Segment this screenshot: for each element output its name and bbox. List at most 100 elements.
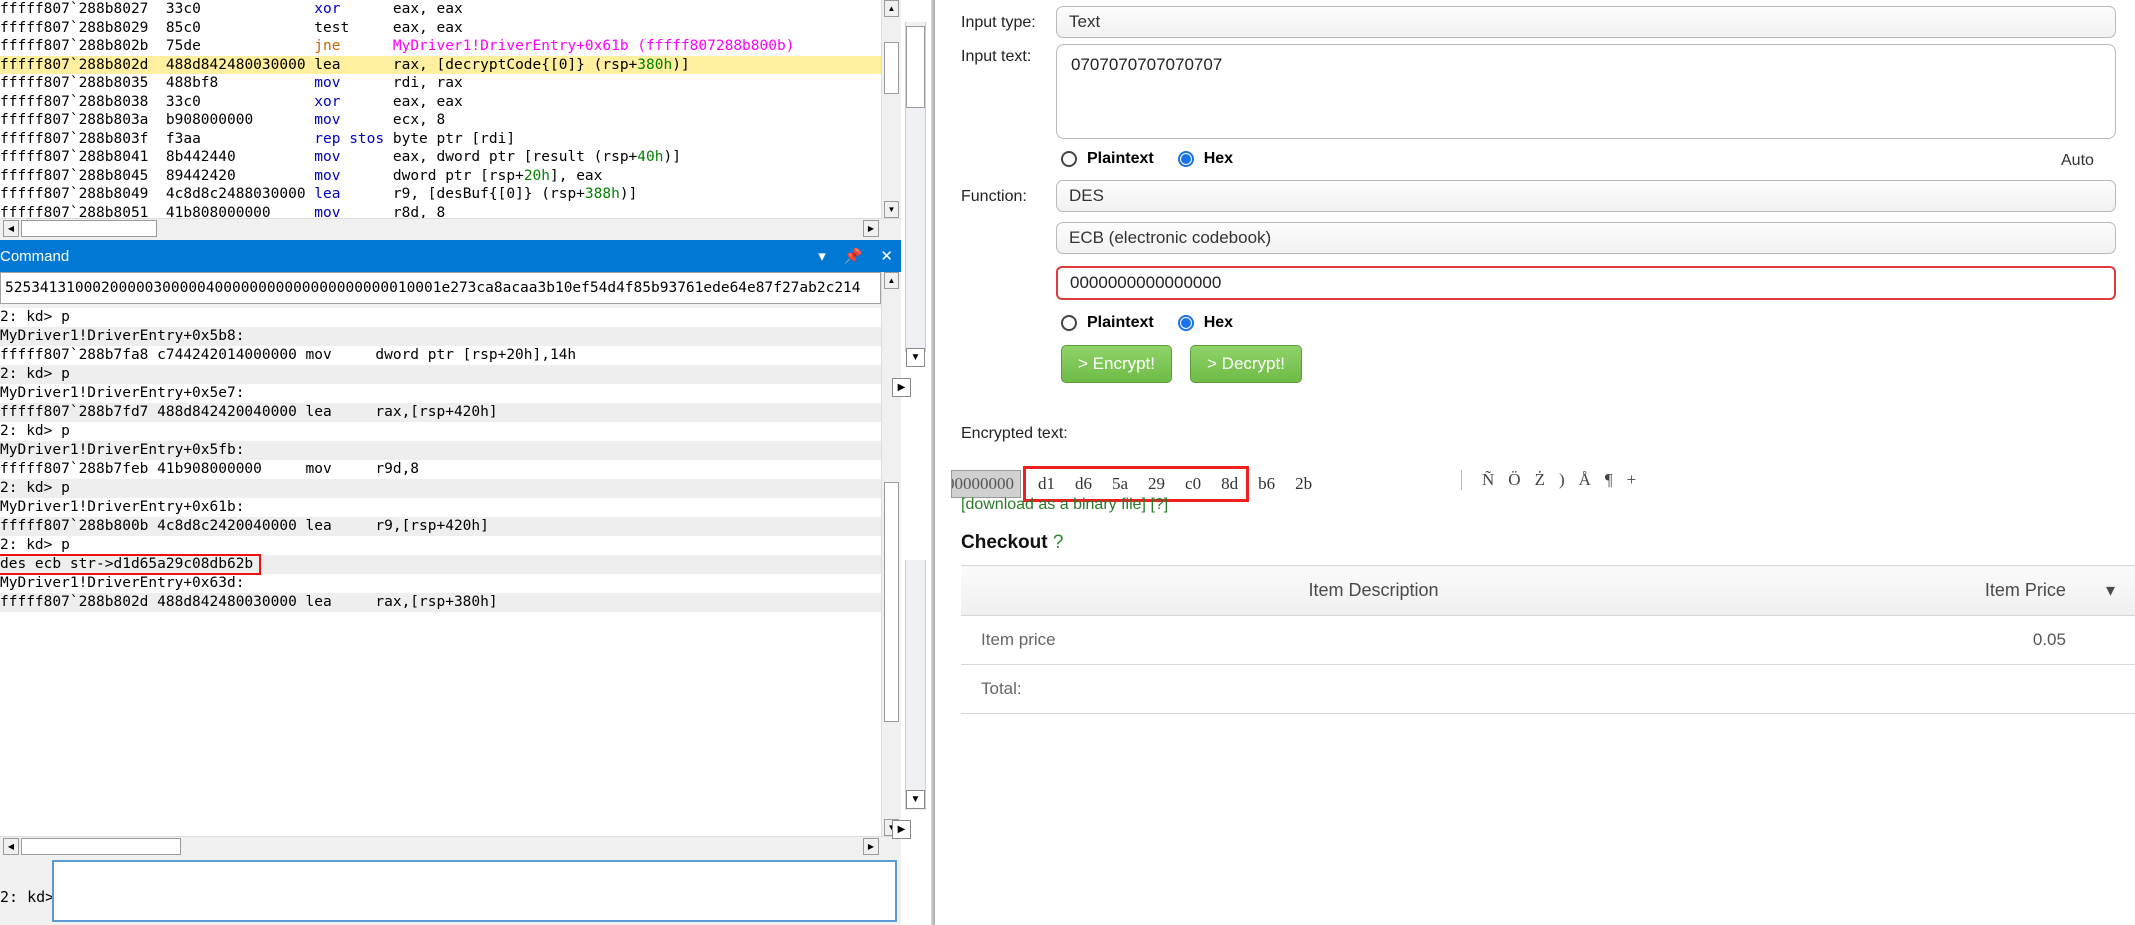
function-select[interactable]: DES xyxy=(1056,180,2116,212)
disassembly-line[interactable]: fffff807`288b8035 488bf8 mov rdi, rax xyxy=(0,74,881,93)
input-text-area[interactable]: 0707070707070707 xyxy=(1056,44,2116,139)
preview-char: Ñ xyxy=(1482,470,1495,489)
input-format-radiogroup[interactable]: Plaintext Hex xyxy=(1061,150,1233,168)
command-vertical-scrollbar[interactable]: ▲ ▼ xyxy=(881,272,901,836)
key-input[interactable]: 0000000000000000 xyxy=(1056,266,2116,300)
function-row: Function: DES xyxy=(961,180,2116,212)
preview-char: ¶ xyxy=(1604,470,1613,489)
invoice-header-row: Item Description Item Price ▾ xyxy=(961,565,2135,616)
command-log-line: fffff807`288b802d 488d842480030000 lea r… xyxy=(0,593,881,612)
disassembly-line[interactable]: fffff807`288b802b 75de jne MyDriver1!Dri… xyxy=(0,37,881,56)
disassembly-line[interactable]: fffff807`288b8029 85c0 test eax, eax xyxy=(0,19,881,38)
mode-row: ECB (electronic codebook) xyxy=(1056,222,2116,254)
disassembly-pane: fffff807`288b8027 33c0 xor eax, eax fffff… xyxy=(0,0,901,238)
hex-offset: 00000000 xyxy=(951,470,1021,498)
preview-char: ) xyxy=(1558,470,1565,489)
disassembly-line[interactable]: fffff807`288b8049 4c8d8c2488030000 lea r… xyxy=(0,185,881,204)
scroll-down-icon[interactable]: ▼ xyxy=(906,348,925,367)
cell-item-description: Item price xyxy=(961,615,1786,665)
command-horizontal-scrollbar[interactable]: ◀ ▶ xyxy=(0,836,901,856)
plaintext-radio[interactable] xyxy=(1061,151,1077,167)
disassembly-vertical-scrollbar[interactable]: ▲ ▼ xyxy=(881,0,901,218)
scroll-left-icon[interactable]: ◀ xyxy=(3,838,19,855)
encrypt-button[interactable]: > Encrypt! xyxy=(1061,345,1173,383)
disassembly-line[interactable]: fffff807`288b803f f3aa rep stos byte ptr… xyxy=(0,130,881,149)
checkout-label: Checkout xyxy=(961,532,1048,553)
cell-item-description: Total: xyxy=(961,664,1786,714)
key-plaintext-radio-label: Plaintext xyxy=(1087,314,1154,331)
key-plaintext-radio[interactable] xyxy=(1061,315,1077,331)
input-type-row: Input type: Text xyxy=(961,6,2116,38)
des-encryption-tool: Input type: Text Input text: 07070707070… xyxy=(951,0,2135,925)
page-scrollbar-strip: ▼ ▶ ▼ ▶ xyxy=(892,0,961,925)
command-log-line: MyDriver1!DriverEntry+0x5b8: xyxy=(0,327,881,346)
command-log-line: 2: kd> p xyxy=(0,365,881,384)
chevron-down-icon[interactable]: ▾ xyxy=(818,249,826,264)
disassembly-line[interactable]: fffff807`288b8051 41b808000000 mov r8d, … xyxy=(0,204,881,219)
key-format-radiogroup[interactable]: Plaintext Hex xyxy=(1061,314,1233,332)
auto-label[interactable]: Auto xyxy=(2061,152,2094,170)
preview-char: Å xyxy=(1578,470,1591,489)
pin-icon[interactable]: 📌 xyxy=(844,249,863,264)
disassembly-line[interactable]: fffff807`288b8041 8b442440 mov eax, dwor… xyxy=(0,148,881,167)
scrollbar-thumb[interactable] xyxy=(884,482,899,722)
command-log-line: fffff807`288b7feb 41b908000000 mov r9d,8 xyxy=(0,461,420,477)
scrollbar-thumb[interactable] xyxy=(906,26,925,108)
scroll-right-icon[interactable]: ▶ xyxy=(892,378,911,397)
action-buttons: > Encrypt! > Decrypt! xyxy=(1061,345,1302,383)
disassembly-list[interactable]: fffff807`288b8027 33c0 xor eax, eax fffff… xyxy=(0,0,881,218)
column-header-item-description: Item Description xyxy=(961,565,1786,616)
hex-byte: 5a xyxy=(1112,474,1129,493)
checkout-help-icon[interactable]: ? xyxy=(1053,532,1064,553)
command-log-line: 2: kd> p xyxy=(0,423,70,439)
inner-scroll-track-2[interactable] xyxy=(905,560,926,810)
input-text-row: Input text: 0707070707070707 xyxy=(961,44,2116,139)
preview-char: Ö xyxy=(1508,470,1521,489)
windbg-window: fffff807`288b8027 33c0 xor eax, eax fffff… xyxy=(0,0,901,925)
scrollbar-thumb[interactable] xyxy=(884,42,899,94)
command-log-line: MyDriver1!DriverEntry+0x5e7: xyxy=(0,385,245,401)
hex-radio-label: Hex xyxy=(1203,150,1234,167)
disassembly-line[interactable]: fffff807`288b802d 488d842480030000 lea r… xyxy=(0,55,881,74)
disassembly-line[interactable]: fffff807`288b8038 33c0 xor eax, eax xyxy=(0,93,881,112)
scroll-left-icon[interactable]: ◀ xyxy=(3,220,19,237)
scrollbar-thumb[interactable] xyxy=(21,220,157,237)
command-log-line: 2: kd> p xyxy=(0,479,881,498)
scroll-right-icon[interactable]: ▶ xyxy=(863,838,879,855)
hex-radio[interactable] xyxy=(1177,151,1194,167)
table-row[interactable]: Item price 0.05 xyxy=(961,615,2135,665)
command-log-line: 2: kd> p xyxy=(0,537,70,553)
command-output-log[interactable]: 2: kd> p MyDriver1!DriverEntry+0x5b8: ffff… xyxy=(0,308,881,836)
column-header-item-price: Item Price xyxy=(1785,565,2086,616)
hex-byte: c0 xyxy=(1185,474,1202,493)
scroll-down-icon-2[interactable]: ▼ xyxy=(906,790,925,809)
table-row[interactable]: Total: xyxy=(961,664,2135,714)
scroll-right-icon[interactable]: ▶ xyxy=(863,220,879,237)
key-hex-radio[interactable] xyxy=(1177,315,1194,331)
cell-item-price: 0.05 xyxy=(1785,615,2086,665)
command-window-title: Command xyxy=(0,247,70,265)
disassembly-line[interactable]: fffff807`288b803a b908000000 mov ecx, 8 xyxy=(0,111,881,130)
divider xyxy=(1461,470,1462,490)
command-log-line: MyDriver1!DriverEntry+0x63d: xyxy=(0,575,245,591)
scroll-up-icon[interactable]: ▲ xyxy=(884,0,899,17)
red-annotation-box xyxy=(0,554,261,575)
scroll-right-icon-2[interactable]: ▶ xyxy=(892,820,911,839)
cell-item-price xyxy=(1785,664,2086,714)
column-menu-icon[interactable]: ▾ xyxy=(2085,565,2135,616)
decrypt-button[interactable]: > Decrypt! xyxy=(1190,345,1302,383)
command-entry-input[interactable] xyxy=(52,860,897,922)
input-type-select[interactable]: Text xyxy=(1056,6,2116,38)
disassembly-horizontal-scrollbar[interactable]: ◀ ▶ xyxy=(0,218,901,238)
download-binary-link[interactable]: [download as a binary file] [?] xyxy=(961,496,1168,514)
output-label: Encrypted text: xyxy=(961,425,1068,442)
command-log-line: 2: kd> p xyxy=(0,309,70,325)
disassembly-line[interactable]: fffff807`288b8045 89442420 mov dword ptr… xyxy=(0,167,881,186)
scroll-up-icon[interactable]: ▲ xyxy=(884,272,899,289)
command-input-field[interactable]: 5253413100020000030000040000000000000000… xyxy=(0,272,881,304)
scroll-down-icon[interactable]: ▼ xyxy=(884,201,899,218)
close-icon[interactable]: ✕ xyxy=(880,249,893,264)
disassembly-line[interactable]: fffff807`288b8027 33c0 xor eax, eax xyxy=(0,0,881,19)
mode-select[interactable]: ECB (electronic codebook) xyxy=(1056,222,2116,254)
scrollbar-thumb[interactable] xyxy=(21,838,181,855)
